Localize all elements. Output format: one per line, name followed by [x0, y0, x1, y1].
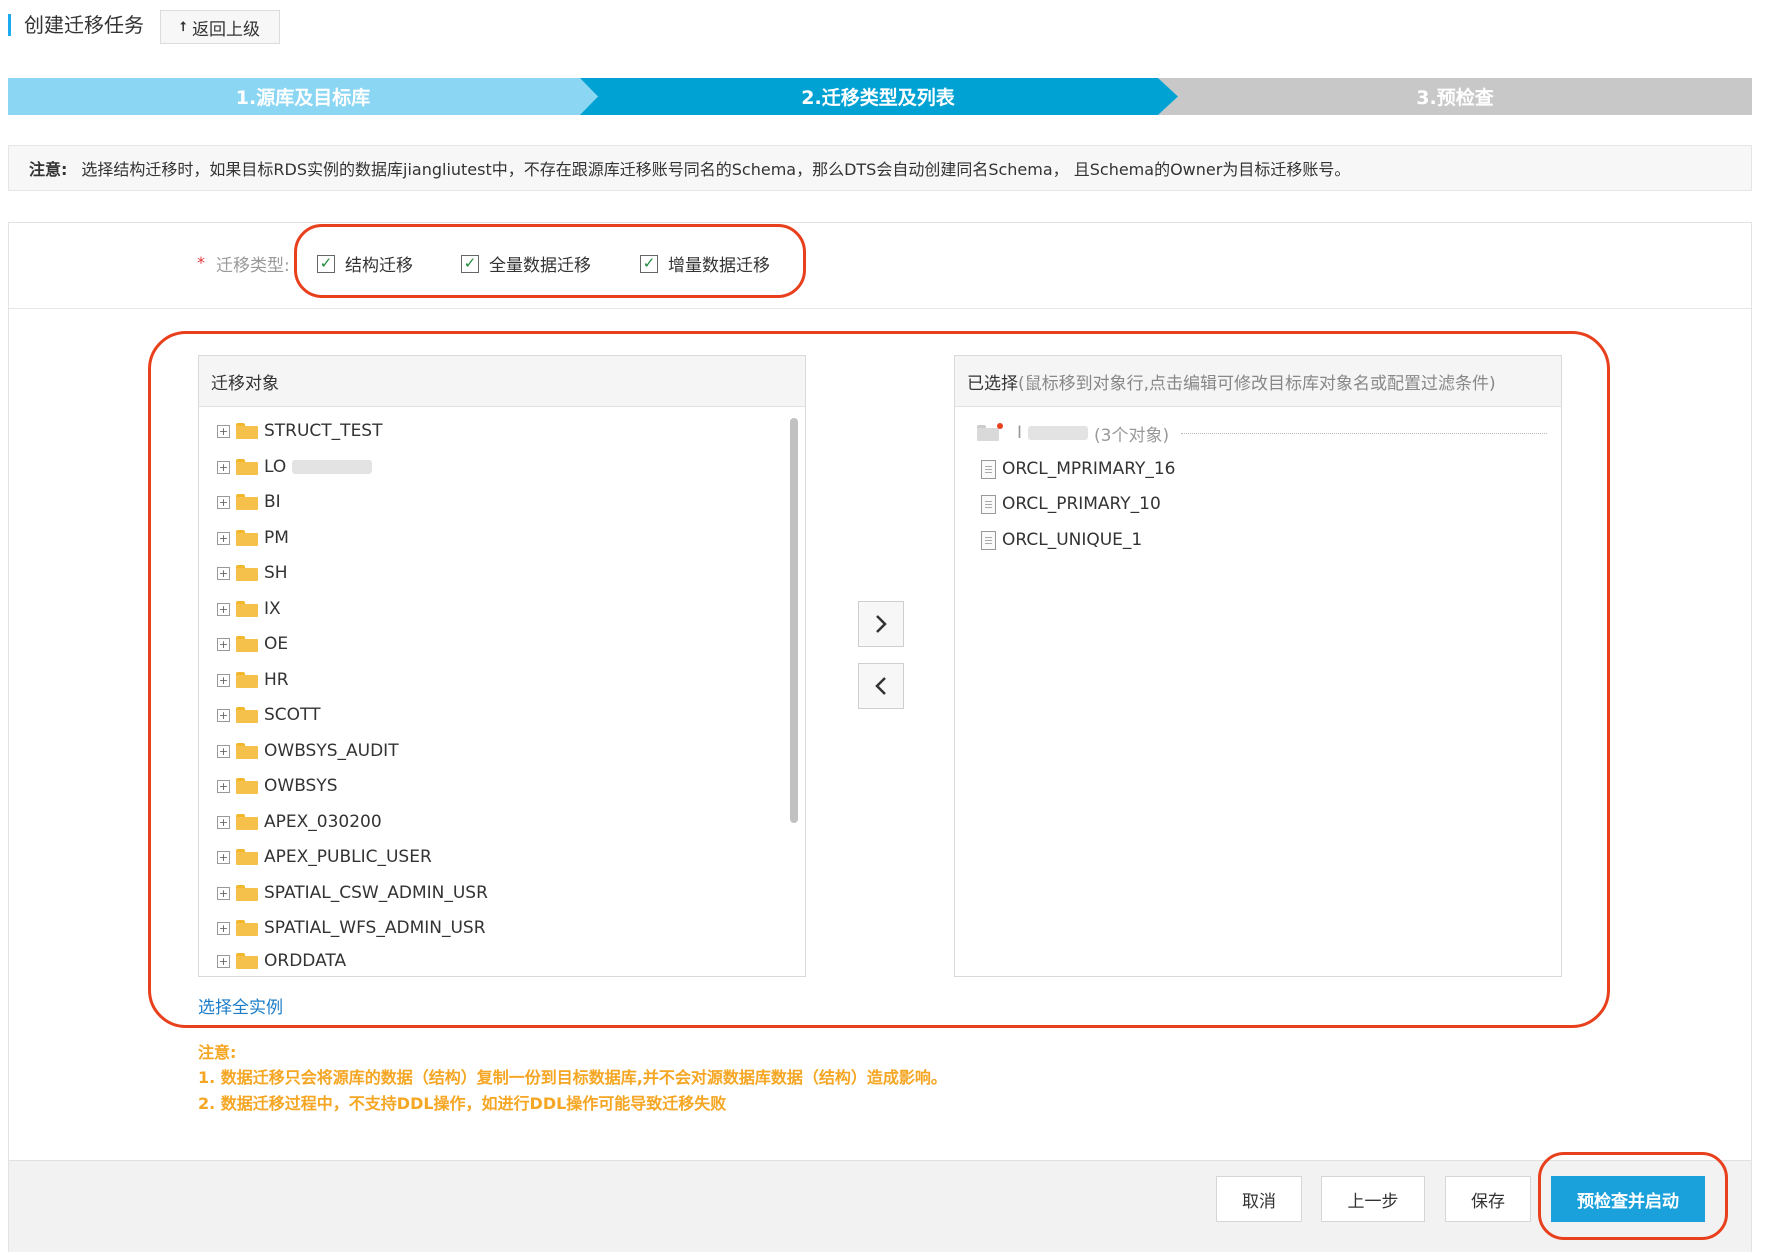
back-button[interactable]: ⭡ 返回上级 [160, 10, 280, 44]
highlight-annotation [294, 224, 806, 298]
page-title: 创建迁移任务 [24, 13, 144, 37]
step-1: 1.源库及目标库 [8, 78, 598, 115]
cancel-button[interactable]: 取消 [1216, 1176, 1302, 1222]
warning-line-2: 2. 数据迁移过程中，不支持DDL操作，如进行DDL操作可能导致迁移失败 [198, 1094, 727, 1113]
title-accent-bar [8, 14, 11, 36]
step-progress-bar: 1.源库及目标库 2.迁移类型及列表 3.预检查 [8, 78, 1752, 115]
migration-type-label: 迁移类型: [216, 256, 290, 276]
highlight-annotation [148, 331, 1610, 1028]
save-button[interactable]: 保存 [1445, 1176, 1531, 1222]
back-button-label: 返回上级 [192, 19, 261, 40]
warning-line-1: 1. 数据迁移只会将源库的数据（结构）复制一份到目标数据库,并不会对源数据库数据… [198, 1068, 947, 1087]
notice-text: 选择结构迁移时，如果目标RDS实例的数据库jiangliutest中，不存在跟源… [81, 160, 1351, 179]
divider [9, 308, 1751, 309]
notice-prefix: 注意: [29, 160, 68, 179]
highlight-annotation [1538, 1152, 1728, 1240]
step-2-label: 2.迁移类型及列表 [801, 87, 955, 109]
step-3: 3.预检查 [1158, 78, 1752, 115]
schema-notice: 注意: 选择结构迁移时，如果目标RDS实例的数据库jiangliutest中，不… [8, 145, 1752, 191]
step-1-label: 1.源库及目标库 [235, 87, 371, 109]
up-arrow-icon: ⭡ [179, 19, 187, 35]
warning-title: 注意: [198, 1043, 237, 1062]
previous-step-button[interactable]: 上一步 [1321, 1176, 1425, 1222]
required-asterisk: * [197, 253, 205, 272]
step-3-label: 3.预检查 [1416, 87, 1494, 109]
step-2: 2.迁移类型及列表 [578, 78, 1178, 115]
